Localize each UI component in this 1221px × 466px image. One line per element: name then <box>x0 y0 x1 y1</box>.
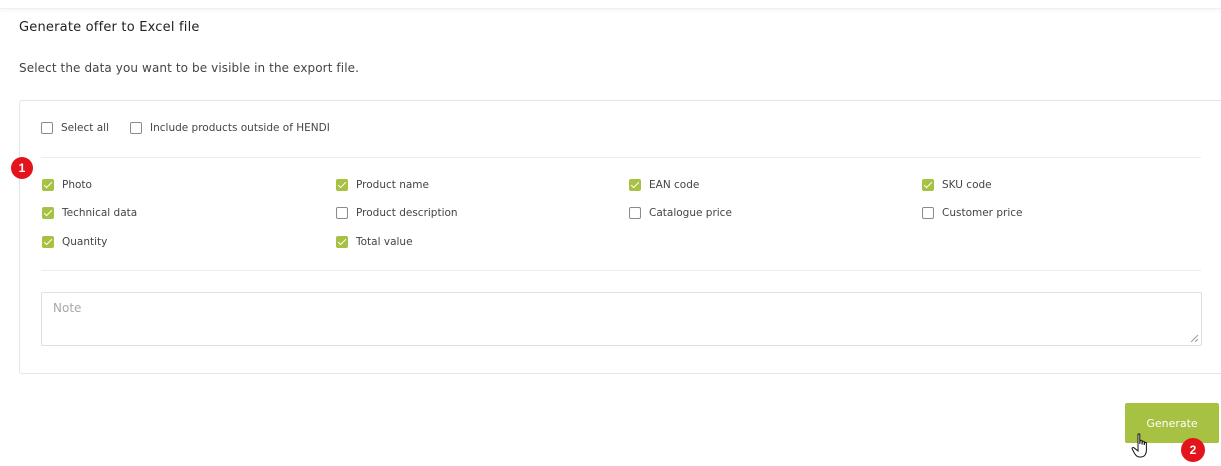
field-sku-code[interactable]: SKU code <box>922 179 992 191</box>
top-card-edge <box>0 0 1221 9</box>
field-sku-code-label: SKU code <box>942 179 992 191</box>
select-all-label: Select all <box>61 122 109 134</box>
field-total-value-checkbox[interactable] <box>336 236 348 248</box>
field-product-name-checkbox[interactable] <box>336 179 348 191</box>
field-quantity-checkbox[interactable] <box>42 236 54 248</box>
field-product-name[interactable]: Product name <box>336 179 429 191</box>
field-quantity-label: Quantity <box>62 236 108 248</box>
include-outside-label: Include products outside of HENDI <box>150 122 330 134</box>
resize-grip-icon[interactable] <box>1190 334 1199 343</box>
page-subtitle: Select the data you want to be visible i… <box>19 61 360 75</box>
field-catalogue-price-label: Catalogue price <box>649 207 732 219</box>
field-technical-data-checkbox[interactable] <box>42 207 54 219</box>
field-technical-data[interactable]: Technical data <box>42 207 137 219</box>
include-outside-option[interactable]: Include products outside of HENDI <box>130 122 330 134</box>
field-customer-price-checkbox[interactable] <box>922 207 934 219</box>
field-photo[interactable]: Photo <box>42 179 92 191</box>
field-photo-checkbox[interactable] <box>42 179 54 191</box>
include-outside-checkbox[interactable] <box>130 122 142 134</box>
hand-pointer-icon <box>1131 433 1147 458</box>
field-product-description-label: Product description <box>356 207 458 219</box>
field-product-name-label: Product name <box>356 179 429 191</box>
field-technical-data-label: Technical data <box>62 207 138 219</box>
step-2-badge: 2 <box>1181 438 1205 462</box>
field-ean-code-label: EAN code <box>649 179 700 191</box>
divider-top <box>41 157 1201 158</box>
field-ean-code[interactable]: EAN code <box>629 179 699 191</box>
select-all-checkbox[interactable] <box>41 122 53 134</box>
field-customer-price[interactable]: Customer price <box>922 207 1022 219</box>
field-quantity[interactable]: Quantity <box>42 236 107 248</box>
field-catalogue-price-checkbox[interactable] <box>629 207 641 219</box>
page-title: Generate offer to Excel file <box>19 20 200 35</box>
field-customer-price-label: Customer price <box>942 207 1023 219</box>
select-all-option[interactable]: Select all <box>41 122 109 134</box>
note-field[interactable] <box>41 292 1202 346</box>
field-product-description-checkbox[interactable] <box>336 207 348 219</box>
step-1-badge: 1 <box>11 157 33 179</box>
field-photo-label: Photo <box>62 179 92 191</box>
field-total-value[interactable]: Total value <box>336 236 413 248</box>
field-catalogue-price[interactable]: Catalogue price <box>629 207 732 219</box>
divider-bottom <box>41 270 1201 271</box>
field-total-value-label: Total value <box>356 236 413 248</box>
field-product-description[interactable]: Product description <box>336 207 458 219</box>
field-ean-code-checkbox[interactable] <box>629 179 641 191</box>
field-sku-code-checkbox[interactable] <box>922 179 934 191</box>
